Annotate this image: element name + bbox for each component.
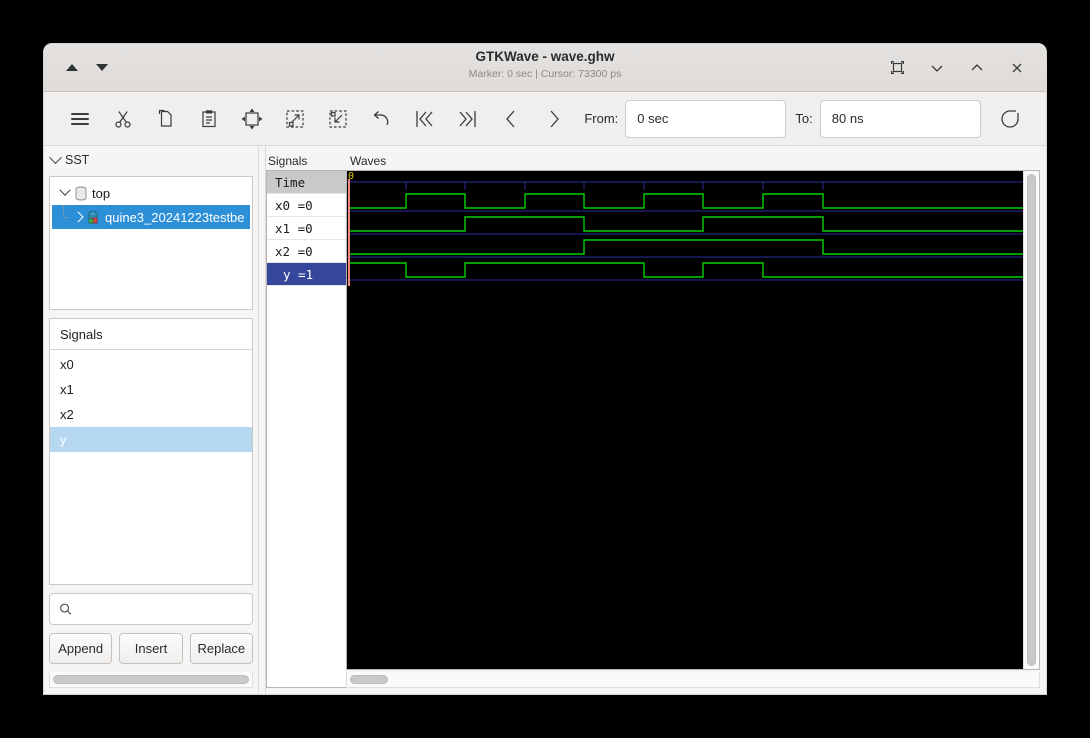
zoom-in-icon[interactable] bbox=[274, 99, 317, 139]
wave-row-name[interactable]: x2 =0 bbox=[267, 240, 346, 263]
go-to-start-icon[interactable] bbox=[403, 99, 446, 139]
left-panel-hscrollbar[interactable] bbox=[49, 672, 253, 688]
titlebar-nav-group bbox=[56, 64, 108, 71]
append-button[interactable]: Append bbox=[49, 633, 113, 664]
wave-row-name[interactable]: x0 =0 bbox=[267, 194, 346, 217]
sst-header-label: SST bbox=[65, 153, 90, 167]
module-icon bbox=[75, 186, 87, 200]
gtkwave-window: GTKWave - wave.ghw Marker: 0 sec | Curso… bbox=[44, 44, 1046, 694]
undo-icon[interactable] bbox=[360, 99, 403, 139]
scrollbar-thumb[interactable] bbox=[1027, 174, 1036, 666]
from-label: From: bbox=[584, 111, 619, 126]
tree-item-label: quine3_20241223testbe bbox=[105, 209, 245, 225]
copy-icon[interactable] bbox=[144, 99, 187, 139]
signal-names-header: Signals bbox=[268, 154, 308, 168]
insert-button[interactable]: Insert bbox=[119, 633, 183, 664]
sst-header[interactable]: SST bbox=[49, 150, 253, 168]
wave-hscrollbar[interactable] bbox=[346, 672, 1040, 688]
zoom-out-icon[interactable] bbox=[317, 99, 360, 139]
zoom-fit-icon[interactable] bbox=[230, 99, 273, 139]
chevron-down-icon bbox=[49, 150, 62, 164]
list-item[interactable]: x0 bbox=[50, 352, 252, 377]
wave-canvas-frame: 0 bbox=[346, 170, 1040, 670]
left-panel: SST top quine3_20241223testbe Signals x0… bbox=[44, 146, 258, 694]
reload-icon[interactable] bbox=[989, 99, 1032, 139]
wave-area: Signals Time x0 =0 x1 =0 x2 =0 y =1 Wave… bbox=[266, 146, 1046, 694]
window-controls bbox=[888, 59, 1034, 77]
to-value: 80 ns bbox=[831, 111, 864, 126]
search-input[interactable] bbox=[49, 593, 253, 625]
tree-guide-line bbox=[58, 205, 70, 229]
wave-row-name[interactable]: x1 =0 bbox=[267, 217, 346, 240]
scrollbar-thumb[interactable] bbox=[53, 675, 249, 684]
paste-icon[interactable] bbox=[187, 99, 230, 139]
triangle-down-icon[interactable] bbox=[96, 64, 108, 71]
tree-item-quine3-testbench[interactable]: quine3_20241223testbe bbox=[52, 205, 250, 229]
signal-name: x0 bbox=[60, 357, 74, 372]
toolbar: From: 0 sec To: 80 ns bbox=[44, 92, 1046, 146]
chevron-down-icon[interactable] bbox=[928, 59, 946, 77]
chevron-right-icon[interactable] bbox=[70, 211, 84, 223]
wave-vscrollbar[interactable] bbox=[1023, 171, 1039, 669]
menu-icon[interactable] bbox=[58, 99, 101, 139]
signal-name: x2 bbox=[60, 407, 74, 422]
scrollbar-thumb[interactable] bbox=[350, 675, 388, 684]
instance-icon bbox=[87, 210, 99, 223]
search-field[interactable] bbox=[78, 601, 243, 617]
time-origin-label: 0 bbox=[348, 171, 355, 182]
tree-item-label: top bbox=[92, 185, 111, 201]
wave-row-name-selected[interactable]: y =1 bbox=[267, 263, 346, 286]
title-bar: GTKWave - wave.ghw Marker: 0 sec | Curso… bbox=[44, 44, 1046, 92]
prev-edge-icon[interactable] bbox=[489, 99, 532, 139]
sst-tree[interactable]: top quine3_20241223testbe bbox=[49, 176, 253, 310]
from-value: 0 sec bbox=[637, 111, 669, 126]
tree-item-top[interactable]: top bbox=[52, 181, 250, 205]
wave-canvas[interactable]: 0 bbox=[347, 171, 1023, 669]
signal-names-list[interactable]: Time x0 =0 x1 =0 x2 =0 y =1 bbox=[266, 170, 346, 688]
waveform-plot bbox=[347, 171, 1023, 669]
chevron-up-icon[interactable] bbox=[968, 59, 986, 77]
list-item[interactable]: x2 bbox=[50, 402, 252, 427]
to-label: To: bbox=[795, 111, 813, 126]
signals-list[interactable]: x0 x1 x2 y bbox=[50, 350, 252, 584]
wave-canvas-column: Waves 0 bbox=[346, 152, 1040, 688]
signal-name: x1 bbox=[60, 382, 74, 397]
signals-list-panel[interactable]: Signals x0 x1 x2 y bbox=[49, 318, 253, 585]
next-edge-icon[interactable] bbox=[532, 99, 575, 139]
list-item-selected[interactable]: y bbox=[50, 427, 252, 452]
main-body: SST top quine3_20241223testbe Signals x0… bbox=[44, 146, 1046, 694]
chevron-down-icon[interactable] bbox=[58, 184, 72, 197]
replace-button[interactable]: Replace bbox=[189, 633, 253, 664]
panel-splitter[interactable] bbox=[258, 146, 266, 694]
signal-name: y bbox=[60, 432, 67, 447]
signal-names-column: Signals Time x0 =0 x1 =0 x2 =0 y =1 bbox=[266, 152, 346, 688]
fullscreen-icon[interactable] bbox=[888, 59, 906, 77]
wave-top: Signals Time x0 =0 x1 =0 x2 =0 y =1 Wave… bbox=[266, 152, 1040, 688]
time-row-label: Time bbox=[267, 171, 346, 194]
signals-list-header: Signals bbox=[50, 319, 252, 350]
go-to-end-icon[interactable] bbox=[446, 99, 489, 139]
search-icon bbox=[60, 603, 72, 615]
cut-icon[interactable] bbox=[101, 99, 144, 139]
close-icon[interactable] bbox=[1008, 59, 1026, 77]
waves-header: Waves bbox=[350, 154, 387, 168]
to-input[interactable]: 80 ns bbox=[819, 99, 981, 138]
triangle-up-icon[interactable] bbox=[66, 64, 78, 71]
action-buttons: Append Insert Replace bbox=[49, 633, 253, 664]
list-item[interactable]: x1 bbox=[50, 377, 252, 402]
from-input[interactable]: 0 sec bbox=[625, 99, 787, 138]
